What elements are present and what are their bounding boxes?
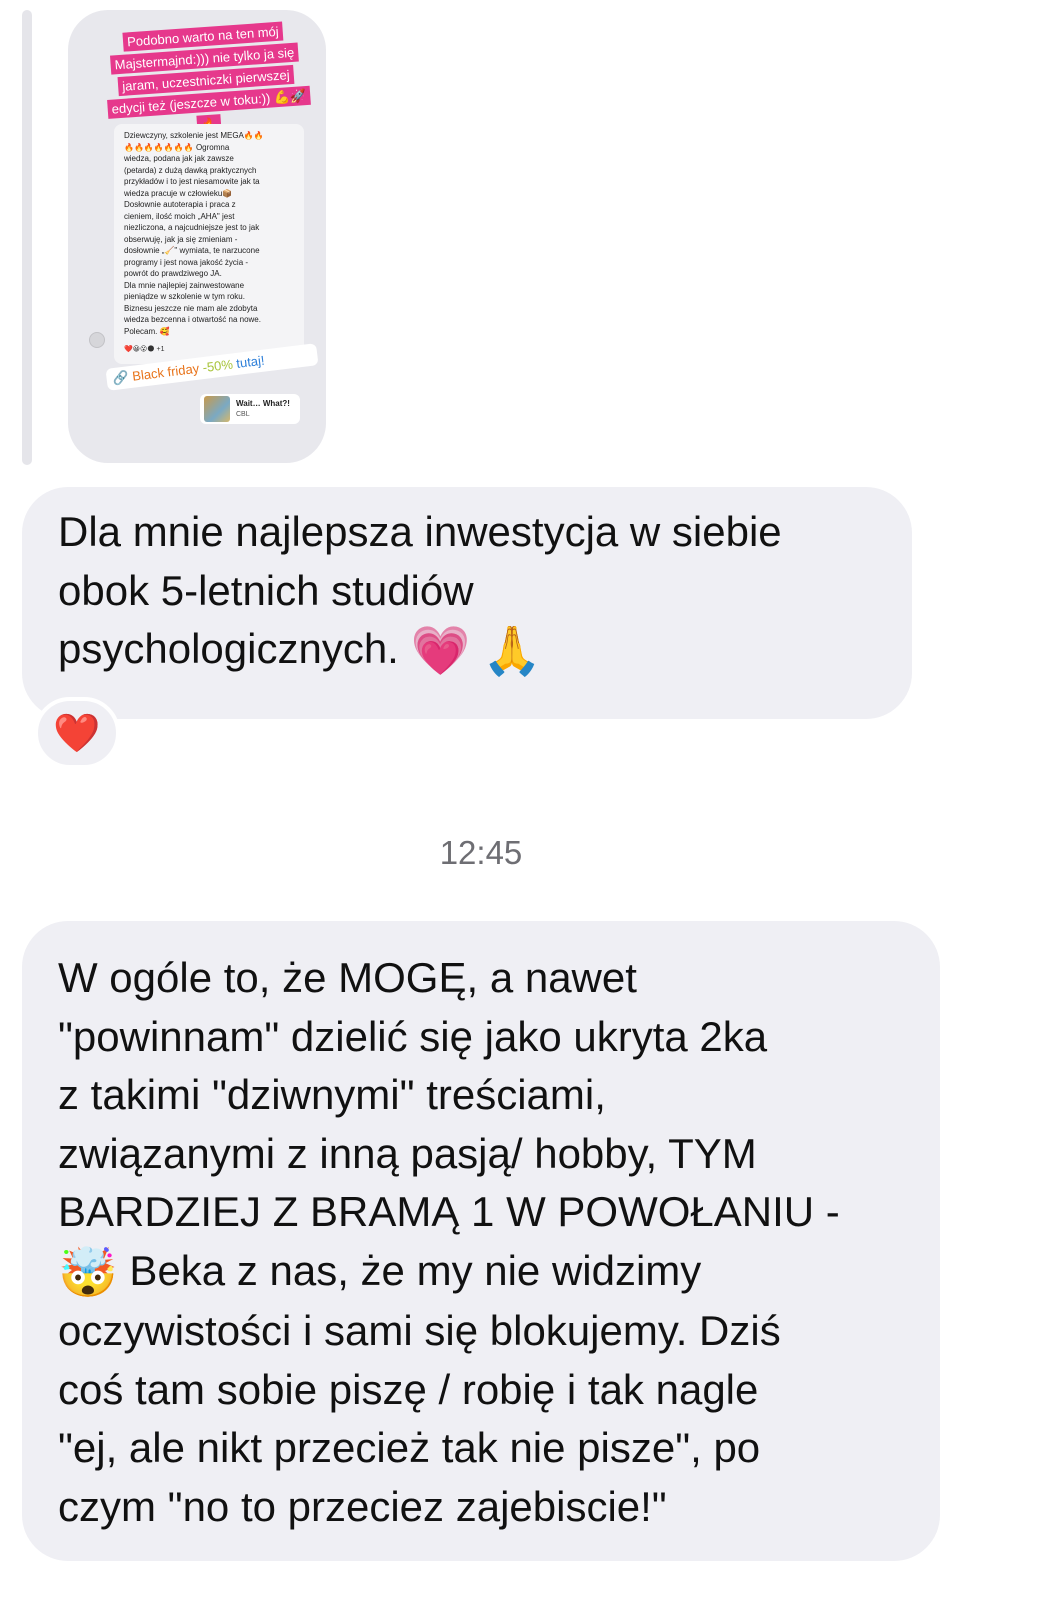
message-text: W ogóle to, że MOGĘ, a nawet "powinnam" … bbox=[58, 954, 840, 1530]
music-title: Wait… What?! bbox=[236, 399, 290, 408]
sparkling-heart-emoji: 💗 bbox=[410, 623, 471, 679]
story-comment-text: Dziewczyny, szkolenie jest MEGA🔥🔥 🔥🔥🔥🔥🔥🔥… bbox=[124, 131, 264, 336]
story-comment-reactions: ❤️😀😮🌑 +1 bbox=[124, 346, 165, 353]
message-bubble[interactable]: Dla mnie najlepsza inwestycja w siebie o… bbox=[22, 487, 912, 719]
story-comment-screenshot: Dziewczyny, szkolenie jest MEGA🔥🔥 🔥🔥🔥🔥🔥🔥… bbox=[89, 124, 304, 364]
music-artist: CBL bbox=[236, 411, 250, 418]
message-text: Dla mnie najlepsza inwestycja w siebie o… bbox=[58, 508, 782, 679]
mind-blown-emoji: 🤯 bbox=[58, 1244, 118, 1301]
link-text-part3: tutaj! bbox=[235, 352, 266, 371]
message-bubble[interactable]: W ogóle to, że MOGĘ, a nawet "powinnam" … bbox=[22, 921, 940, 1561]
reply-indicator-bar bbox=[22, 10, 32, 465]
link-icon: 🔗 bbox=[111, 369, 130, 387]
shared-story-preview[interactable]: Podobno warto na ten mój Majstermajnd:))… bbox=[68, 10, 326, 463]
link-text-part1: Black friday bbox=[131, 360, 200, 384]
story-music-sticker[interactable]: Wait… What?! CBL bbox=[200, 394, 300, 424]
heart-icon: ❤️ bbox=[53, 710, 101, 755]
message-reaction[interactable]: ❤️ bbox=[34, 697, 120, 769]
commenter-avatar bbox=[89, 332, 105, 348]
link-text-part2: -50% bbox=[201, 356, 234, 376]
album-art bbox=[204, 396, 230, 422]
message-timestamp: 12:45 bbox=[439, 834, 523, 871]
folded-hands-emoji: 🙏 bbox=[481, 623, 542, 679]
